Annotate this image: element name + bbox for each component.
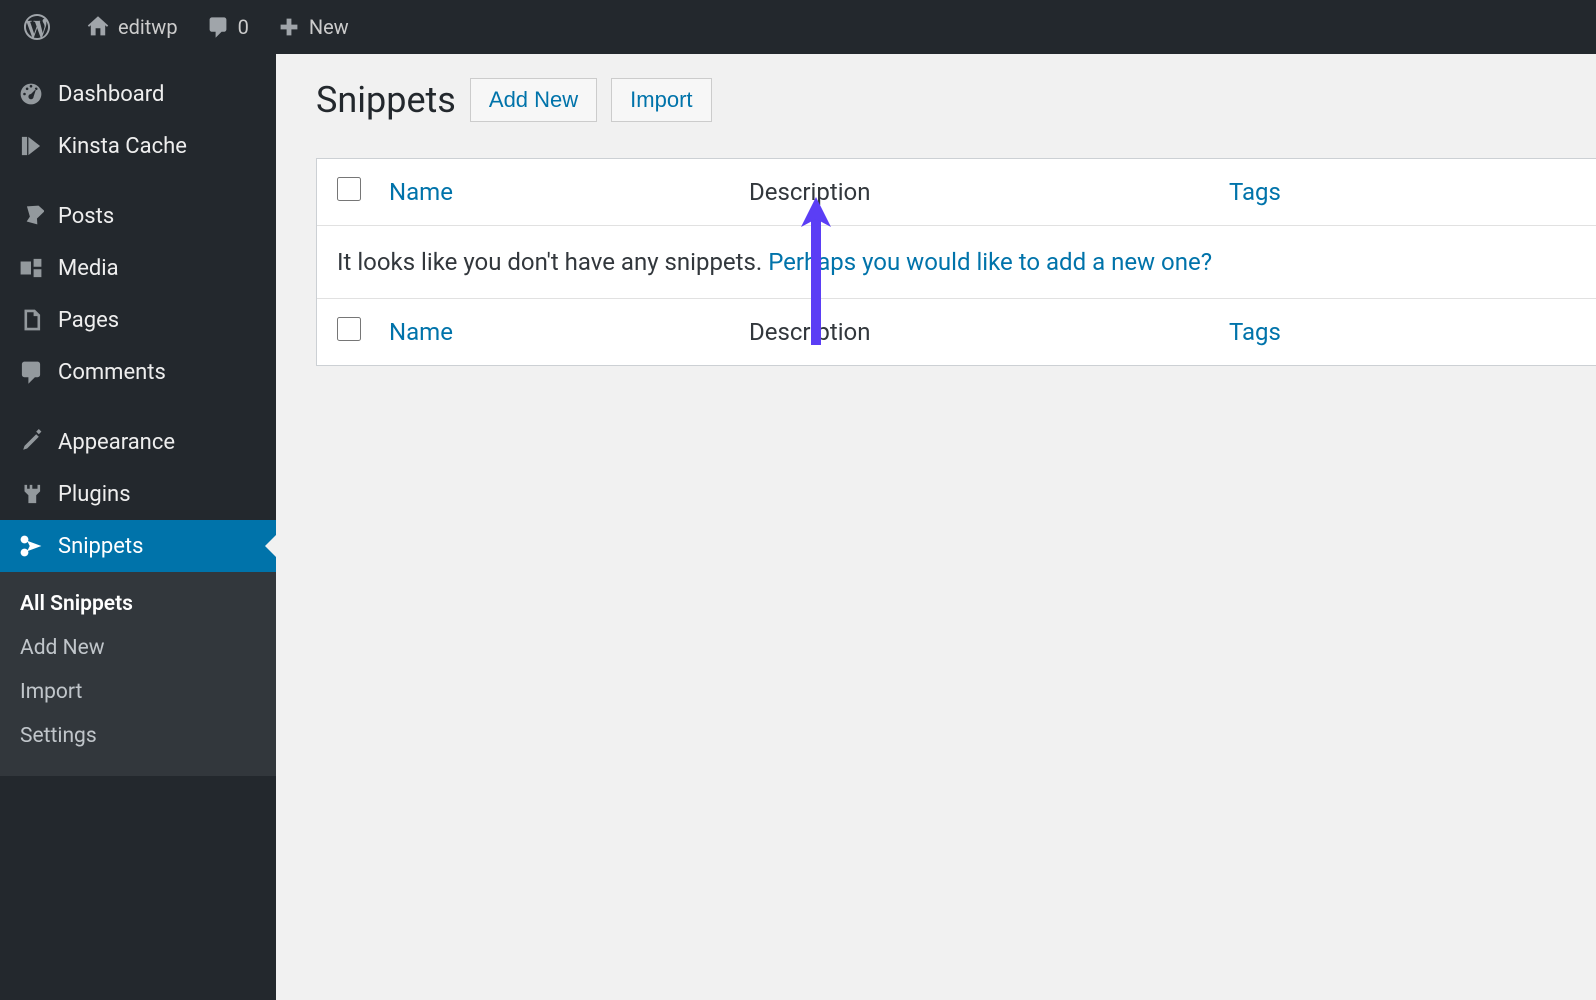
empty-state-row: It looks like you don't have any snippet… <box>317 226 1596 299</box>
brush-icon <box>16 429 46 455</box>
column-name[interactable]: Name <box>389 178 453 206</box>
snippets-submenu: All Snippets Add New Import Settings <box>0 572 276 776</box>
column-tags[interactable]: Tags <box>1229 178 1281 206</box>
menu-separator <box>0 398 276 416</box>
pages-icon <box>16 307 46 333</box>
submenu-settings[interactable]: Settings <box>0 714 276 758</box>
dashboard-icon <box>16 81 46 107</box>
sidebar-item-label: Plugins <box>58 482 131 507</box>
comments-count: 0 <box>238 15 249 39</box>
sidebar-item-label: Snippets <box>58 534 144 559</box>
wp-logo[interactable] <box>10 0 72 54</box>
sidebar-item-label: Dashboard <box>58 82 164 107</box>
comment-icon <box>16 359 46 385</box>
add-new-button[interactable]: Add New <box>470 78 597 122</box>
main-content: Snippets Add New Import Name Description… <box>276 54 1596 1000</box>
admin-bar: editwp 0 New <box>0 0 1596 54</box>
submenu-import[interactable]: Import <box>0 670 276 714</box>
sidebar-item-snippets[interactable]: Snippets <box>0 520 276 572</box>
sidebar-item-label: Comments <box>58 360 166 385</box>
empty-add-link[interactable]: Perhaps you would like to add a new one? <box>768 248 1212 276</box>
home-icon <box>86 15 110 39</box>
kinsta-icon <box>16 133 46 159</box>
select-all-cell-footer <box>337 317 389 347</box>
page-header: Snippets Add New Import <box>316 78 1596 122</box>
select-all-checkbox[interactable] <box>337 177 361 201</box>
plug-icon <box>16 481 46 507</box>
sidebar-item-dashboard[interactable]: Dashboard <box>0 68 276 120</box>
column-description: Description <box>749 178 871 206</box>
sidebar-item-media[interactable]: Media <box>0 242 276 294</box>
sidebar-item-comments[interactable]: Comments <box>0 346 276 398</box>
select-all-cell <box>337 177 389 207</box>
media-icon <box>16 255 46 281</box>
site-name: editwp <box>118 15 178 39</box>
sidebar-item-label: Kinsta Cache <box>58 134 187 159</box>
sidebar-item-posts[interactable]: Posts <box>0 190 276 242</box>
sidebar-item-kinsta-cache[interactable]: Kinsta Cache <box>0 120 276 172</box>
wordpress-icon <box>24 14 50 40</box>
comments-link[interactable]: 0 <box>192 0 263 54</box>
column-description-footer: Description <box>749 318 871 346</box>
pin-icon <box>16 203 46 229</box>
sidebar-item-label: Appearance <box>58 430 175 455</box>
comment-icon <box>206 15 230 39</box>
sidebar-item-label: Pages <box>58 308 119 333</box>
page-title: Snippets <box>316 79 456 121</box>
sidebar-item-appearance[interactable]: Appearance <box>0 416 276 468</box>
menu-separator <box>0 172 276 190</box>
empty-text: It looks like you don't have any snippet… <box>337 248 768 276</box>
sidebar-item-plugins[interactable]: Plugins <box>0 468 276 520</box>
column-tags-footer[interactable]: Tags <box>1229 318 1281 346</box>
table-footer-row: Name Description Tags <box>317 299 1596 365</box>
site-name-link[interactable]: editwp <box>72 0 192 54</box>
new-label: New <box>309 15 349 39</box>
table-header-row: Name Description Tags <box>317 159 1596 226</box>
sidebar-item-label: Posts <box>58 204 114 229</box>
submenu-all-snippets[interactable]: All Snippets <box>0 582 276 626</box>
sidebar-item-pages[interactable]: Pages <box>0 294 276 346</box>
import-button[interactable]: Import <box>611 78 711 122</box>
new-content-link[interactable]: New <box>263 0 363 54</box>
select-all-checkbox-footer[interactable] <box>337 317 361 341</box>
snippets-table: Name Description Tags It looks like you … <box>316 158 1596 366</box>
plus-icon <box>277 15 301 39</box>
submenu-add-new[interactable]: Add New <box>0 626 276 670</box>
admin-sidebar: Dashboard Kinsta Cache Posts Media Page <box>0 54 276 1000</box>
column-name-footer[interactable]: Name <box>389 318 453 346</box>
sidebar-item-label: Media <box>58 256 119 281</box>
scissors-icon <box>16 533 46 559</box>
